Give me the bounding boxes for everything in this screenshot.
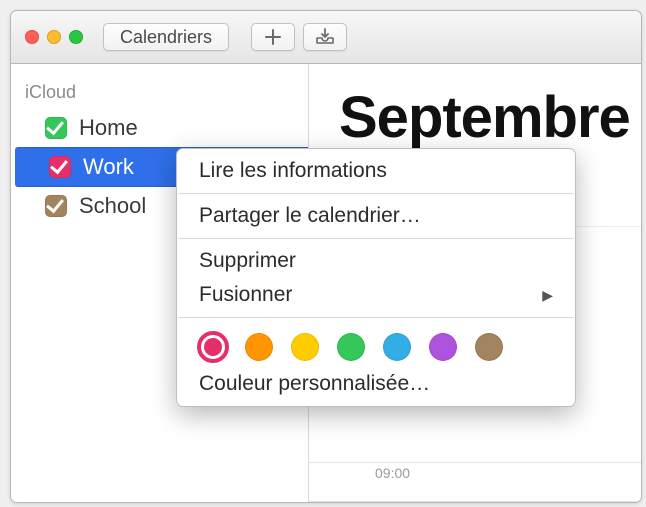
menu-item-label: Partager le calendrier… xyxy=(199,204,421,228)
inbox-download-icon xyxy=(315,28,335,46)
calendar-item-label: Home xyxy=(79,115,138,141)
add-event-button[interactable] xyxy=(251,23,295,51)
time-slot: 09:00 xyxy=(309,462,641,502)
titlebar: Calendriers xyxy=(11,11,641,64)
checkbox-icon[interactable] xyxy=(45,117,67,139)
menu-item-label: Fusionner xyxy=(199,283,292,307)
color-swatch-pink[interactable] xyxy=(199,333,227,361)
menu-separator xyxy=(178,193,574,194)
context-menu: Lire les informations Partager le calend… xyxy=(176,148,576,407)
checkbox-icon[interactable] xyxy=(45,195,67,217)
close-window-button[interactable] xyxy=(25,30,39,44)
color-picker-row xyxy=(177,323,575,367)
calendar-item-label: School xyxy=(79,193,146,219)
menu-item-label: Supprimer xyxy=(199,249,296,273)
color-swatch-brown[interactable] xyxy=(475,333,503,361)
menu-item-label: Couleur personnalisée… xyxy=(199,372,430,396)
menu-item-custom-color[interactable]: Couleur personnalisée… xyxy=(177,367,575,401)
calendars-toggle-button[interactable]: Calendriers xyxy=(103,23,229,51)
checkbox-icon[interactable] xyxy=(49,156,71,178)
time-label: 09:00 xyxy=(375,465,410,481)
month-title: Septembre xyxy=(339,84,630,151)
menu-item-get-info[interactable]: Lire les informations xyxy=(177,154,575,188)
menu-separator xyxy=(178,317,574,318)
minimize-window-button[interactable] xyxy=(47,30,61,44)
calendar-item-home[interactable]: Home xyxy=(11,109,308,147)
menu-item-share-calendar[interactable]: Partager le calendrier… xyxy=(177,199,575,233)
menu-item-label: Lire les informations xyxy=(199,159,387,183)
calendar-item-label: Work xyxy=(83,154,134,180)
menu-item-merge[interactable]: Fusionner ▶ xyxy=(177,278,575,312)
sidebar-section-header[interactable]: iCloud xyxy=(11,78,308,109)
zoom-window-button[interactable] xyxy=(69,30,83,44)
color-swatch-blue[interactable] xyxy=(383,333,411,361)
menu-separator xyxy=(178,238,574,239)
color-swatch-orange[interactable] xyxy=(245,333,273,361)
submenu-arrow-icon: ▶ xyxy=(542,287,553,304)
color-swatch-yellow[interactable] xyxy=(291,333,319,361)
color-swatch-green[interactable] xyxy=(337,333,365,361)
inbox-button[interactable] xyxy=(303,23,347,51)
window-controls xyxy=(25,30,83,44)
plus-icon xyxy=(264,28,282,46)
color-swatch-purple[interactable] xyxy=(429,333,457,361)
menu-item-delete[interactable]: Supprimer xyxy=(177,244,575,278)
